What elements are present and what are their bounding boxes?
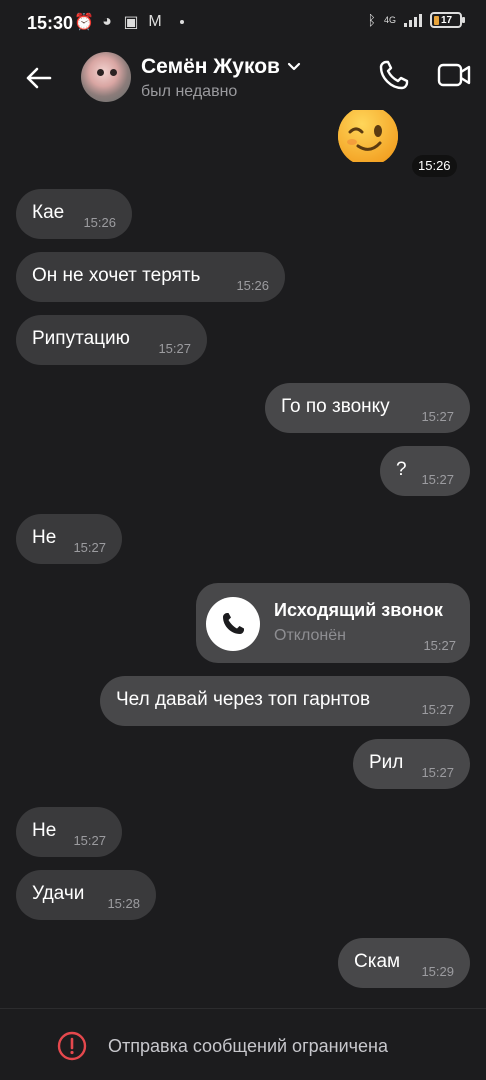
emoji-message-time: 15:26: [412, 155, 457, 177]
message-time: 15:28: [107, 896, 140, 911]
call-card-title: Исходящий звонок: [274, 600, 443, 620]
message-text: Скам: [354, 951, 401, 972]
call-card[interactable]: Исходящий звонок Отклонён 15:27: [196, 583, 470, 663]
video-call-icon[interactable]: [436, 58, 472, 92]
message-bubble-incoming[interactable]: Он не хочет терять 15:26: [16, 252, 285, 302]
app-notification-icon: ◕: [102, 13, 112, 30]
message-restricted-bar: Отправка сообщений ограничена: [0, 1008, 486, 1080]
contact-name[interactable]: Семён Жуков: [141, 55, 280, 79]
message-time: 15:29: [421, 964, 454, 979]
status-time: 15:30: [27, 13, 74, 33]
contact-status: был недавно: [141, 83, 238, 100]
call-card-subtitle: Отклонён: [274, 627, 346, 644]
message-time: 15:27: [73, 540, 106, 555]
message-time: 15:27: [421, 765, 454, 780]
bluetooth-icon: ᛒ: [367, 12, 376, 28]
phone-call-icon[interactable]: [377, 58, 411, 92]
message-time: 15:27: [421, 472, 454, 487]
message-bubble-outgoing[interactable]: Чел давай через топ гарнтов 15:27: [100, 676, 470, 726]
message-bubble-incoming[interactable]: Не 15:27: [16, 807, 122, 857]
status-notification-icons: ⏰ ◕ ▣ M: [74, 12, 184, 32]
message-text: Го по звонку: [281, 396, 390, 417]
status-system-icons: ᛒ 4G 17: [367, 12, 465, 28]
message-time: 15:26: [83, 215, 116, 230]
message-text: ?: [396, 459, 407, 480]
message-bubble-outgoing[interactable]: Скам 15:29: [338, 938, 470, 988]
battery-icon: 17: [430, 12, 465, 28]
phone-icon: [223, 613, 244, 634]
message-text: Не: [32, 527, 57, 548]
winking-face-emoji[interactable]: [338, 110, 398, 162]
chevron-down-icon[interactable]: [286, 59, 302, 75]
call-card-time: 15:27: [423, 638, 456, 653]
message-bubble-outgoing[interactable]: ? 15:27: [380, 446, 470, 496]
message-text: Рипутацию: [32, 328, 130, 349]
avatar[interactable]: [81, 52, 131, 102]
message-time: 15:27: [421, 702, 454, 717]
status-bar: 15:30 ⏰ ◕ ▣ M ᛒ 4G 17: [0, 0, 486, 48]
warning-icon: [57, 1031, 87, 1061]
call-icon-circle: [206, 597, 260, 651]
messaging-restricted-notice: Отправка сообщений ограничена: [108, 1036, 388, 1056]
signal-icon: [404, 13, 422, 27]
message-bubble-outgoing[interactable]: Го по звонку 15:27: [265, 383, 470, 433]
message-time: 15:26: [236, 278, 269, 293]
message-text: Кае: [32, 202, 65, 223]
message-bubble-outgoing[interactable]: Рил 15:27: [353, 739, 470, 789]
message-text: Он не хочет терять: [32, 265, 201, 286]
message-time: 15:27: [158, 341, 191, 356]
battery-level: 17: [441, 14, 453, 26]
more-notifications-dot: [180, 20, 184, 24]
message-text: Удачи: [32, 883, 85, 904]
mail-icon: M: [148, 13, 162, 30]
message-bubble-incoming[interactable]: Не 15:27: [16, 514, 122, 564]
alarm-off-icon: ⏰: [74, 14, 94, 31]
message-bubble-incoming[interactable]: Удачи 15:28: [16, 870, 156, 920]
message-text: Не: [32, 820, 57, 841]
message-bubble-incoming[interactable]: Рипутацию 15:27: [16, 315, 207, 365]
message-text: Чел давай через топ гарнтов: [116, 689, 371, 710]
back-arrow-icon[interactable]: [20, 60, 56, 96]
network-type: 4G: [383, 14, 396, 25]
message-text: Рил: [369, 752, 404, 773]
chat-header: Семён Жуков был недавно: [0, 48, 486, 110]
message-time: 15:27: [421, 409, 454, 424]
message-bubble-incoming[interactable]: Кае 15:26: [16, 189, 132, 239]
message-time: 15:27: [73, 833, 106, 848]
book-icon: ▣: [123, 14, 139, 31]
message-list[interactable]: 15:26 Кае 15:26 Он не хочет терять 15:26…: [0, 110, 486, 1008]
